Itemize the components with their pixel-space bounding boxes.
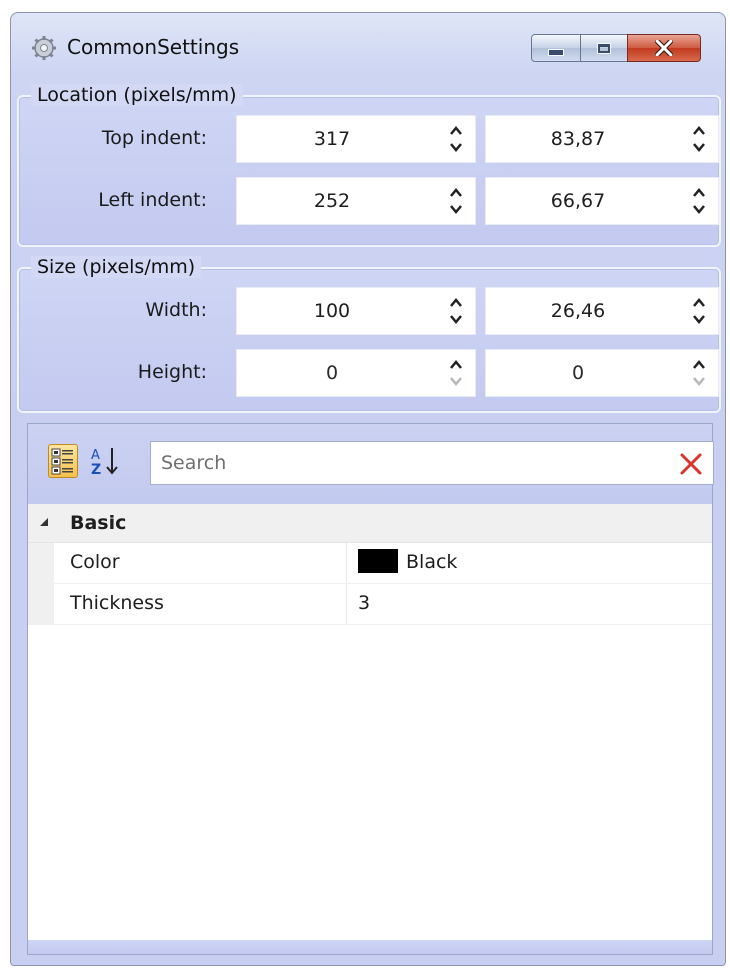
category-label: Basic xyxy=(70,512,127,534)
collapse-triangle-icon[interactable] xyxy=(40,518,48,526)
location-group-title: Location (pixels/mm) xyxy=(31,84,243,106)
height-pixels-stepper[interactable]: 0 xyxy=(236,349,476,397)
row-gutter xyxy=(28,543,54,583)
common-settings-window: CommonSettings Location (pixels/mm) Top … xyxy=(10,12,726,966)
svg-text:Z: Z xyxy=(91,462,101,478)
property-list: Basic Color Black Thickness 3 xyxy=(28,504,712,625)
svg-text:A: A xyxy=(91,448,100,463)
spin-arrows-icon[interactable] xyxy=(692,296,706,326)
spin-arrows-icon[interactable] xyxy=(692,186,706,216)
gear-icon xyxy=(32,36,56,60)
column-separator xyxy=(346,543,347,583)
width-mm-stepper[interactable]: 26,46 xyxy=(485,287,719,335)
property-toolbar: A Z xyxy=(28,424,714,504)
sort-alphabetical-icon[interactable]: A Z xyxy=(88,444,122,478)
top-indent-pixels-stepper[interactable]: 317 xyxy=(236,115,476,163)
top-indent-mm-value[interactable]: 83,87 xyxy=(486,116,670,162)
size-group-title: Size (pixels/mm) xyxy=(31,256,202,278)
minimize-icon xyxy=(548,48,564,56)
category-row-basic[interactable]: Basic xyxy=(28,504,712,543)
left-indent-mm-value[interactable]: 66,67 xyxy=(486,178,670,224)
property-grid-footer xyxy=(28,940,712,954)
width-pixels-stepper[interactable]: 100 xyxy=(236,287,476,335)
window-title: CommonSettings xyxy=(67,35,240,59)
spin-arrows-icon[interactable] xyxy=(449,124,463,154)
property-name: Color xyxy=(70,551,120,573)
height-mm-stepper[interactable]: 0 xyxy=(485,349,719,397)
color-value-text: Black xyxy=(406,551,458,573)
spin-arrows-icon[interactable] xyxy=(449,296,463,326)
height-label: Height: xyxy=(137,361,207,383)
left-indent-pixels-stepper[interactable]: 252 xyxy=(236,177,476,225)
property-value-thickness[interactable]: 3 xyxy=(358,592,370,614)
property-grid: A Z Basic Color Bla xyxy=(27,423,714,955)
left-indent-pixels-value[interactable]: 252 xyxy=(237,178,427,224)
close-icon xyxy=(655,40,673,56)
maximize-button[interactable] xyxy=(580,34,628,62)
column-separator xyxy=(346,584,347,624)
search-input[interactable] xyxy=(161,442,661,484)
height-pixels-value[interactable]: 0 xyxy=(237,350,427,396)
width-mm-value[interactable]: 26,46 xyxy=(486,288,670,334)
maximize-icon xyxy=(597,42,611,54)
categorized-icon xyxy=(51,448,73,475)
left-indent-mm-stepper[interactable]: 66,67 xyxy=(485,177,719,225)
minimize-button[interactable] xyxy=(531,34,581,62)
title-bar[interactable]: CommonSettings xyxy=(11,13,725,75)
width-label: Width: xyxy=(145,299,207,321)
height-mm-value[interactable]: 0 xyxy=(486,350,670,396)
property-name: Thickness xyxy=(70,592,164,614)
left-indent-label: Left indent: xyxy=(98,189,207,211)
spin-arrows-icon[interactable] xyxy=(449,358,463,388)
search-box[interactable] xyxy=(150,441,714,485)
spin-arrows-icon[interactable] xyxy=(449,186,463,216)
spin-arrows-icon[interactable] xyxy=(692,358,706,388)
top-indent-pixels-value[interactable]: 317 xyxy=(237,116,427,162)
close-button[interactable] xyxy=(627,34,701,62)
clear-search-icon[interactable] xyxy=(679,452,703,476)
top-indent-mm-stepper[interactable]: 83,87 xyxy=(485,115,719,163)
width-pixels-value[interactable]: 100 xyxy=(237,288,427,334)
property-row-thickness[interactable]: Thickness 3 xyxy=(28,584,712,625)
categorized-view-button[interactable] xyxy=(48,444,78,478)
top-indent-label: Top indent: xyxy=(101,127,207,149)
property-row-color[interactable]: Color Black xyxy=(28,543,712,584)
property-value-color[interactable]: Black xyxy=(358,549,458,573)
row-gutter xyxy=(28,584,54,624)
spin-arrows-icon[interactable] xyxy=(692,124,706,154)
color-swatch xyxy=(358,549,398,573)
